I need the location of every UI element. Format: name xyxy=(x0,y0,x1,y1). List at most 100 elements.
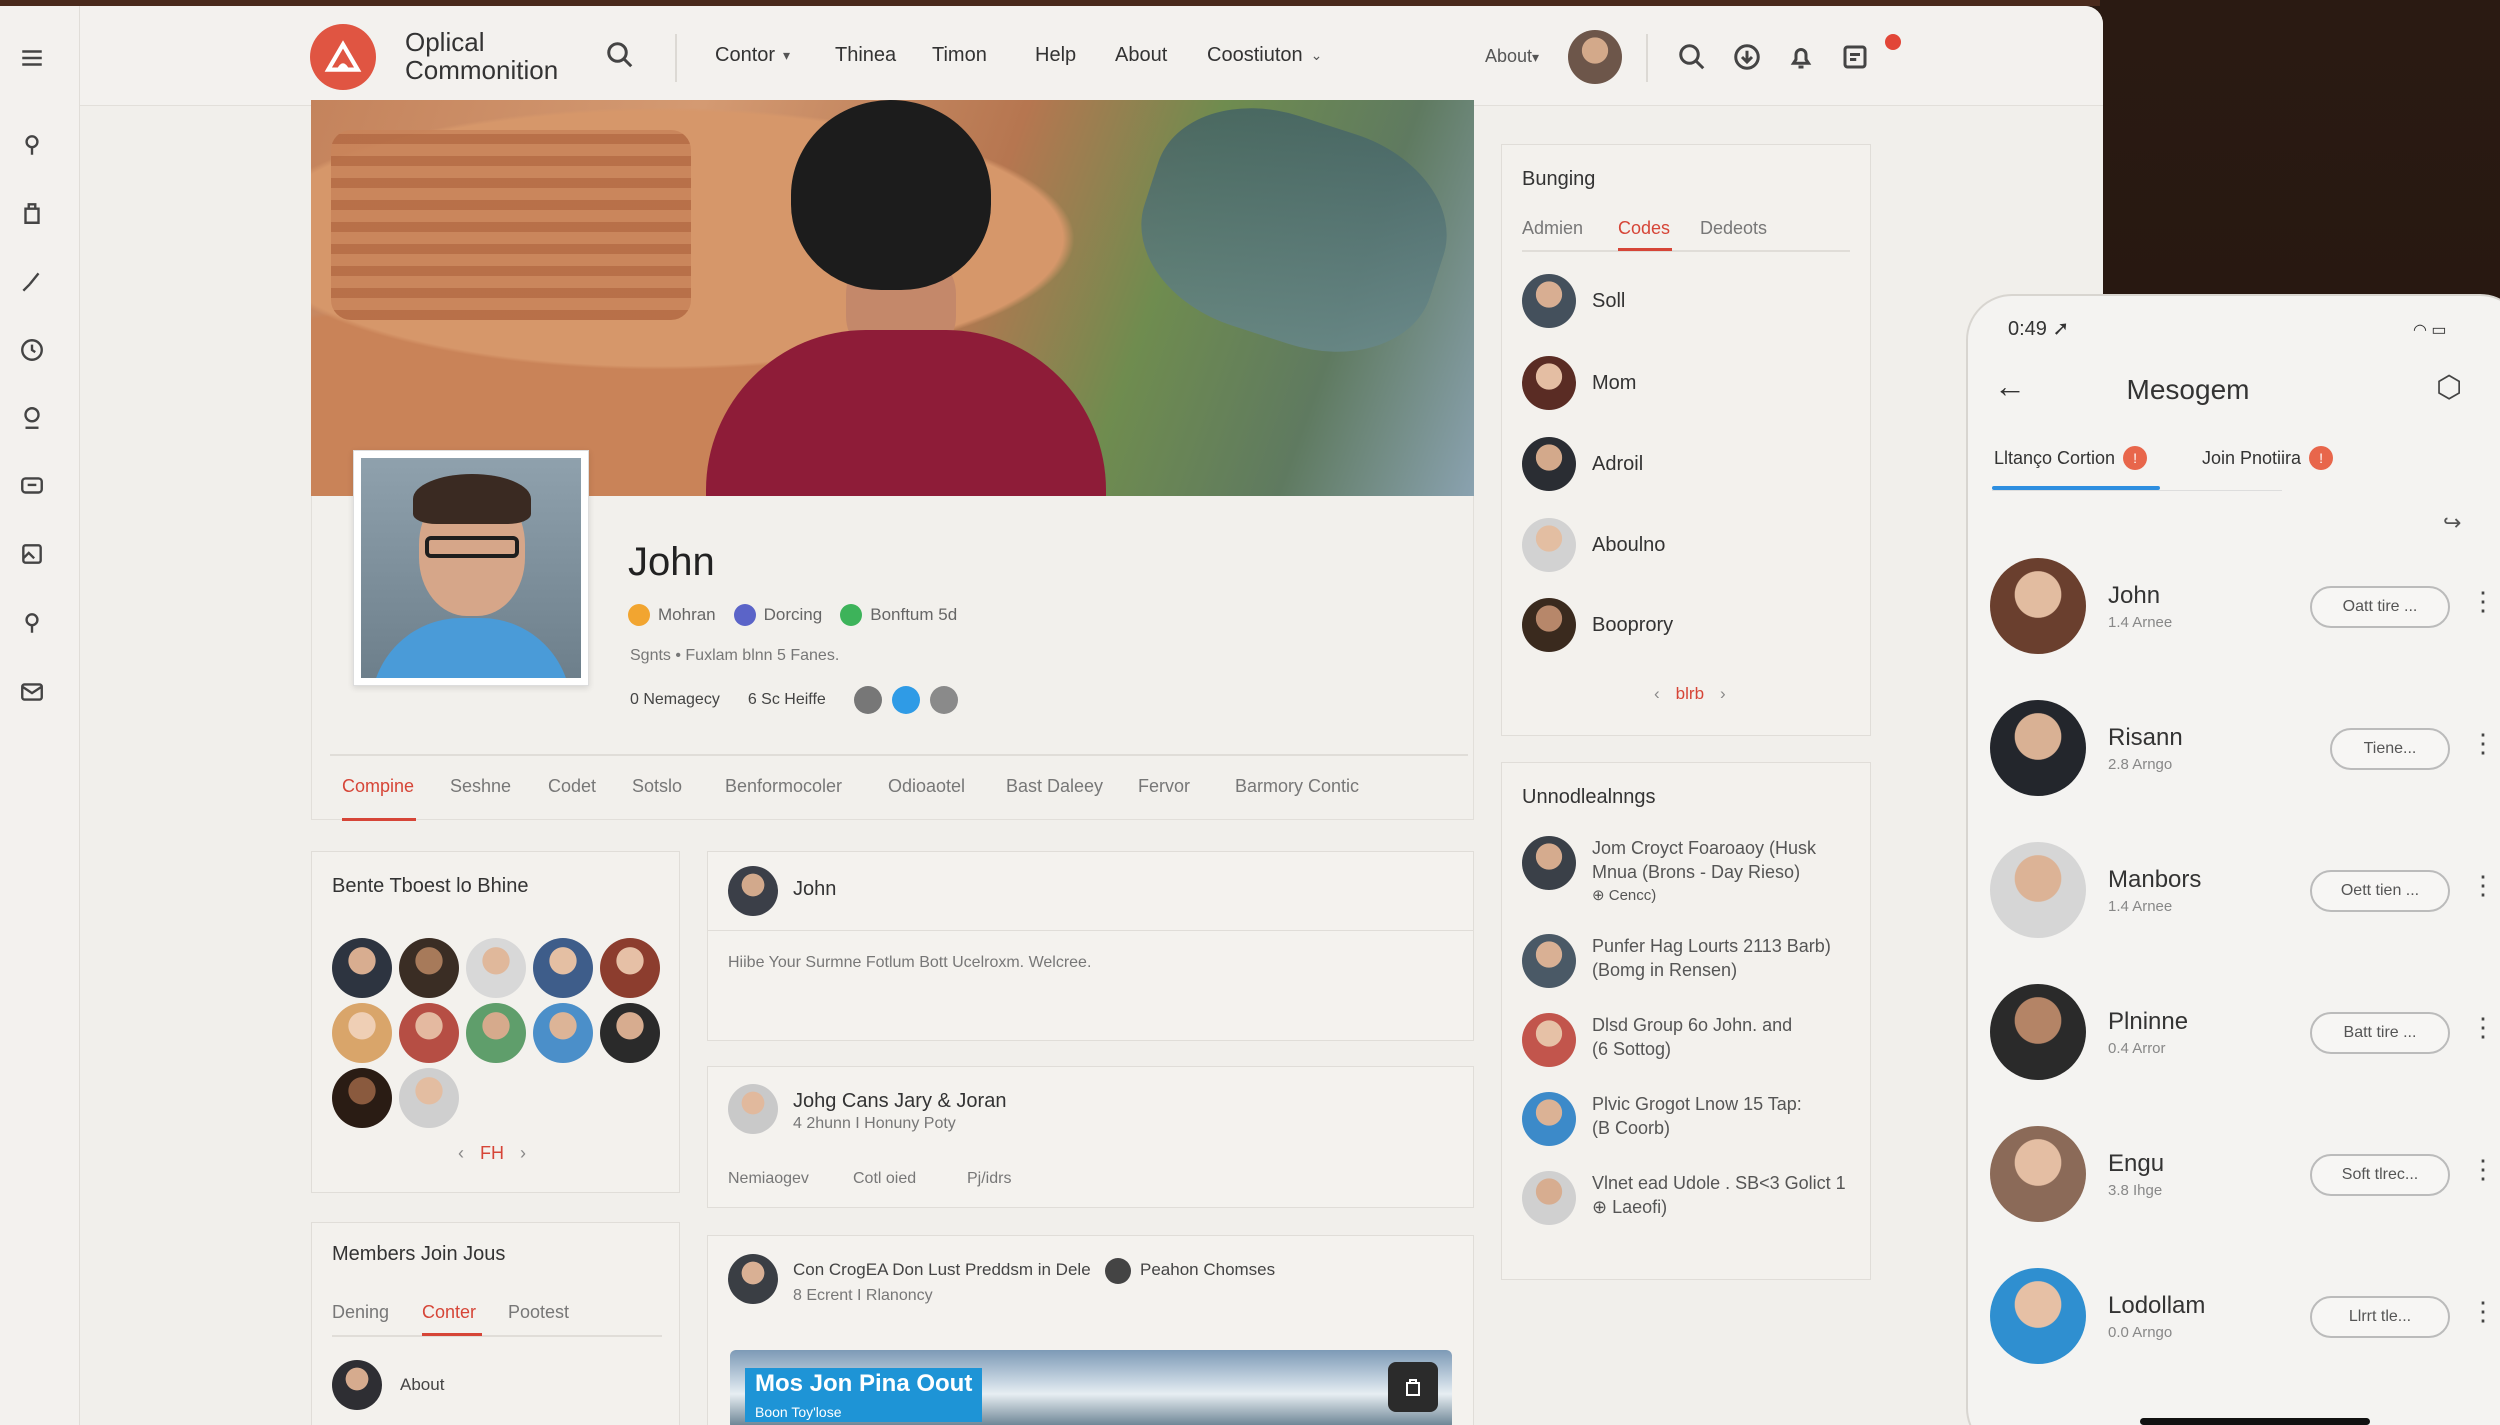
list-item[interactable]: Soll xyxy=(1522,274,1625,328)
list-item[interactable]: Adroil xyxy=(1522,437,1643,491)
bag-icon[interactable] xyxy=(18,199,46,227)
list-item[interactable]: Booprory xyxy=(1522,598,1673,652)
phone-tab-2[interactable]: Join Pnotiira! xyxy=(2202,446,2334,470)
menu-icon[interactable] xyxy=(18,44,46,72)
message-action-button[interactable]: Soft tlrec... xyxy=(2310,1154,2450,1196)
badge-2[interactable]: Dorcing xyxy=(733,604,822,626)
more-icon[interactable]: ⋮ xyxy=(2470,870,2496,901)
image-icon[interactable] xyxy=(18,540,46,568)
pager-current[interactable]: blrb xyxy=(1676,684,1704,704)
friend-avatar[interactable] xyxy=(399,1068,459,1128)
more-icon[interactable]: ⋮ xyxy=(2470,1296,2496,1327)
friend-avatar[interactable] xyxy=(533,938,593,998)
pager-prev[interactable]: ‹ xyxy=(1654,684,1660,704)
more-icon[interactable]: ⋮ xyxy=(2470,586,2496,617)
post-action-1[interactable]: Nemiaogev xyxy=(728,1170,809,1188)
friend-avatar[interactable] xyxy=(533,1003,593,1063)
message-row[interactable]: Plninne 0.4 Arror Batt tire ... ⋮ xyxy=(1990,984,2496,1084)
members-tab-conter[interactable]: Conter xyxy=(422,1302,476,1323)
update-item[interactable]: Jom Croyct Foaroaoy (Husk Mnua (Brons - … xyxy=(1522,836,1816,908)
post-avatar[interactable] xyxy=(728,1084,778,1134)
post-action-2[interactable]: Cotl oied xyxy=(853,1170,916,1188)
settings-icon[interactable]: ⬡ xyxy=(2436,370,2462,405)
share-icon[interactable] xyxy=(929,686,958,714)
share-icon[interactable]: ↪ xyxy=(2443,510,2461,536)
nav-help[interactable]: Help xyxy=(1035,44,1076,67)
update-item[interactable]: Punfer Hag Lourts 2113 Barb) (Bomg in Re… xyxy=(1522,934,1831,988)
phone-tab-1[interactable]: Lltanço Cortion! xyxy=(1994,446,2148,470)
nav-contor[interactable]: Contor ▾ xyxy=(715,44,790,67)
app-logo[interactable] xyxy=(310,24,376,90)
search-icon[interactable] xyxy=(605,40,637,72)
pager-prev[interactable]: ‹ xyxy=(458,1143,464,1164)
tab-compine[interactable]: Compine xyxy=(342,776,414,797)
members-tab-dening[interactable]: Dening xyxy=(332,1302,389,1323)
list-item[interactable]: Aboulno xyxy=(1522,518,1665,572)
marker-icon[interactable] xyxy=(18,609,46,637)
profile-stat-2[interactable]: 6 Sc Heiffe xyxy=(748,691,826,709)
clock-icon[interactable] xyxy=(18,336,46,364)
nav-coostiuton[interactable]: Coostiuton ⌄ xyxy=(1207,44,1322,67)
friend-avatar[interactable] xyxy=(600,938,660,998)
twitter-icon[interactable] xyxy=(891,686,920,714)
note-icon[interactable] xyxy=(1840,42,1872,74)
brush-icon[interactable] xyxy=(18,268,46,296)
tab-seshne[interactable]: Seshne xyxy=(450,776,511,797)
tab-barmory-contic[interactable]: Barmory Contic xyxy=(1235,776,1359,797)
tab-odioaotel[interactable]: Odioaotel xyxy=(888,776,965,797)
post-author[interactable]: Johg Cans Jary & Joran xyxy=(793,1090,1006,1113)
bell-icon[interactable] xyxy=(1786,42,1818,74)
post-action-3[interactable]: Pj/idrs xyxy=(967,1170,1011,1188)
update-item[interactable]: Plvic Grogot Lnow 15 Tap: (B Coorb) xyxy=(1522,1092,1802,1146)
message-action-button[interactable]: Tiene... xyxy=(2330,728,2450,770)
search-icon[interactable] xyxy=(1677,42,1709,74)
message-action-button[interactable]: Oett tien ... xyxy=(2310,870,2450,912)
bunging-tab-admien[interactable]: Admien xyxy=(1522,218,1583,239)
more-icon[interactable]: ⋮ xyxy=(2470,1154,2496,1185)
about-menu[interactable]: About▾ xyxy=(1485,46,1539,67)
message-row[interactable]: Lodollam 0.0 Arngo Llrrt tle... ⋮ xyxy=(1990,1268,2496,1368)
message-action-button[interactable]: Oatt tire ... xyxy=(2310,586,2450,628)
nav-timon[interactable]: Timon xyxy=(932,44,987,67)
more-icon[interactable]: ⋮ xyxy=(2470,1012,2496,1043)
search-pin-icon[interactable] xyxy=(18,404,46,432)
profile-photo[interactable] xyxy=(353,450,589,686)
member-name[interactable]: About xyxy=(400,1375,444,1395)
member-avatar[interactable] xyxy=(332,1360,382,1410)
pager-current[interactable]: FH xyxy=(480,1143,504,1164)
list-item[interactable]: Mom xyxy=(1522,356,1636,410)
composer-input[interactable]: Hiibe Your Surmne Fotlum Bott Ucelroxm. … xyxy=(728,954,1091,972)
bunging-tab-dedeots[interactable]: Dedeots xyxy=(1700,218,1767,239)
tab-codet[interactable]: Codet xyxy=(548,776,596,797)
nav-about[interactable]: About xyxy=(1115,44,1167,67)
friend-avatar[interactable] xyxy=(332,1003,392,1063)
download-icon[interactable] xyxy=(1732,42,1764,74)
more-icon[interactable]: ⋮ xyxy=(2470,728,2496,759)
tagged-avatar[interactable] xyxy=(1105,1258,1131,1284)
members-tab-pootest[interactable]: Pootest xyxy=(508,1302,569,1323)
tab-fervor[interactable]: Fervor xyxy=(1138,776,1190,797)
post-title[interactable]: Con CrogEA Don Lust Preddsm in Dele xyxy=(793,1260,1091,1280)
bag-button[interactable] xyxy=(1388,1362,1438,1412)
badge-3[interactable]: Bonftum 5d xyxy=(840,604,957,626)
message-row[interactable]: John 1.4 Arnee Oatt tire ... ⋮ xyxy=(1990,558,2496,658)
pager-next[interactable]: › xyxy=(1720,684,1726,704)
badge-1[interactable]: Mohran xyxy=(628,604,716,626)
friend-avatar[interactable] xyxy=(466,938,526,998)
nav-thinea[interactable]: Thinea xyxy=(835,44,896,67)
friend-avatar[interactable] xyxy=(332,938,392,998)
update-item[interactable]: Vlnet ead Udole . SB<3 Golict 1 ⊕ Laeofi… xyxy=(1522,1171,1846,1225)
update-item[interactable]: Dlsd Group 6o John. and (6 Sottog) xyxy=(1522,1013,1792,1067)
tab-sotslo[interactable]: Sotslo xyxy=(632,776,682,797)
friend-avatar[interactable] xyxy=(466,1003,526,1063)
message-row[interactable]: Manbors 1.4 Arnee Oett tien ... ⋮ xyxy=(1990,842,2496,942)
brand-name[interactable]: Oplical Commonition xyxy=(405,28,558,84)
mail-icon[interactable] xyxy=(18,678,46,706)
message-action-button[interactable]: Batt tire ... xyxy=(2310,1012,2450,1054)
tab-benformocoler[interactable]: Benformocoler xyxy=(725,776,842,797)
friend-avatar[interactable] xyxy=(399,938,459,998)
profile-link-icon[interactable] xyxy=(853,686,882,714)
message-row[interactable]: Risann 2.8 Arngo Tiene... ⋮ xyxy=(1990,700,2496,800)
friend-avatar[interactable] xyxy=(399,1003,459,1063)
friend-avatar[interactable] xyxy=(600,1003,660,1063)
